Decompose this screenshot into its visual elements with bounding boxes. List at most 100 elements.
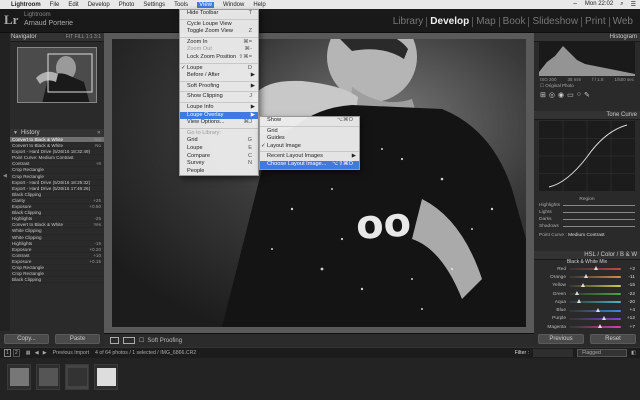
menu-item-toggle-zoom-view[interactable]: Toggle Zoom View Z — [180, 28, 258, 36]
menu-view[interactable]: View — [197, 1, 214, 8]
bw-slider-red[interactable]: Red +2 — [539, 265, 635, 273]
bw-slider-track[interactable] — [569, 324, 621, 329]
bw-slider-track[interactable] — [569, 291, 621, 296]
menu-item-hide-toolbar[interactable]: Hide Toolbar T — [180, 10, 258, 18]
bw-slider-knob[interactable] — [575, 291, 580, 296]
original-photo-label[interactable]: ☐ Original Photo — [540, 83, 574, 89]
bw-slider-knob[interactable] — [580, 282, 585, 287]
histogram-header[interactable]: Histogram — [534, 33, 640, 42]
module-print[interactable]: Print — [582, 17, 610, 27]
menu-file[interactable]: File — [50, 2, 60, 8]
wifi-icon[interactable]: ⌔ — [572, 1, 578, 9]
menu-window[interactable]: Window — [223, 2, 244, 8]
menu-item-choose-layout-image[interactable]: Choose Layout Image... ⌥⇧⌘O — [260, 160, 359, 169]
slider-highlights[interactable]: Highlights — [539, 202, 635, 209]
forward-arrow-icon[interactable]: ▶ — [43, 350, 47, 356]
bw-slider-track[interactable] — [569, 315, 621, 320]
menu-item-loupe-overlay[interactable]: Loupe Overlay ▶ — [180, 111, 258, 120]
bw-slider-value[interactable]: +4 — [621, 308, 635, 313]
module-map[interactable]: Map — [473, 17, 500, 27]
bw-slider-track[interactable] — [569, 266, 621, 271]
menu-item-before-after[interactable]: Before / After ▶ — [180, 72, 258, 80]
menu-item-people[interactable]: People — [180, 168, 258, 176]
bw-slider-blue[interactable]: Blue +4 — [539, 306, 635, 314]
bw-slider-value[interactable]: -15 — [621, 283, 635, 288]
bw-slider-value[interactable]: +12 — [621, 316, 635, 321]
navigator-header[interactable]: ▼ Navigator FIT FILL 1:1 3:1 — [0, 33, 104, 42]
expand-arrow-icon[interactable]: ◀ — [3, 173, 7, 179]
bw-slider-knob[interactable] — [601, 315, 606, 320]
zoom-modes[interactable]: FIT FILL 1:1 3:1 — [66, 34, 101, 40]
bw-slider-value[interactable]: -11 — [621, 275, 635, 280]
radial-filter-icon[interactable]: ○ — [577, 91, 581, 109]
bw-slider-knob[interactable] — [576, 299, 581, 304]
menu-list-icon[interactable]: ☰ — [631, 1, 636, 9]
photo-view[interactable]: oo — [104, 33, 534, 333]
tone-curve-graph[interactable] — [539, 121, 635, 191]
menu-item-recent-layout-images[interactable]: Recent Layout Images ▶ — [260, 153, 359, 161]
menu-item-grid[interactable]: Grid — [260, 128, 359, 136]
bw-slider-value[interactable]: +2 — [621, 267, 635, 272]
page-2-button[interactable]: 2 — [12, 349, 20, 357]
menu-tools[interactable]: Tools — [174, 2, 188, 8]
menu-item-show-clipping[interactable]: Show Clipping J — [180, 93, 258, 101]
bw-slider-value[interactable]: -20 — [621, 300, 635, 305]
module-develop[interactable]: Develop — [427, 17, 474, 27]
film-thumb-selected[interactable] — [65, 364, 89, 390]
menu-item-survey[interactable]: Survey N — [180, 160, 258, 168]
menu-edit[interactable]: Edit — [68, 2, 78, 8]
grid-view-icon[interactable]: ▦ — [26, 350, 31, 356]
bw-slider-value[interactable]: -22 — [621, 292, 635, 297]
tone-curve-header[interactable]: Tone Curve — [534, 111, 640, 120]
clear-history-icon[interactable]: ✕ — [97, 130, 101, 136]
menu-item-soft-proofing[interactable]: Soft Proofing ▶ — [180, 83, 258, 91]
menu-item-compare[interactable]: Compare C — [180, 153, 258, 161]
spot-removal-icon[interactable]: ◎ — [549, 91, 555, 109]
bw-slider-yellow[interactable]: Yellow -15 — [539, 282, 635, 290]
module-book[interactable]: Book — [500, 17, 530, 27]
copy-button[interactable]: Copy... — [4, 334, 49, 344]
search-icon[interactable]: ⌕ — [620, 1, 623, 9]
back-arrow-icon[interactable]: ◀ — [35, 350, 39, 356]
film-thumb[interactable] — [94, 364, 118, 390]
page-1-button[interactable]: 1 — [4, 349, 11, 357]
bw-slider-knob[interactable] — [594, 266, 599, 271]
bw-slider-purple[interactable]: Purple +12 — [539, 315, 635, 323]
before-after-icon[interactable] — [123, 337, 135, 344]
histogram-graph[interactable] — [539, 42, 635, 76]
bw-slider-track[interactable] — [569, 274, 621, 279]
navigator-preview[interactable] — [17, 47, 97, 103]
slider-lights[interactable]: Lights — [539, 209, 635, 216]
filter-toggle-icon[interactable]: ◧ — [631, 350, 636, 356]
paste-button[interactable]: Paste — [55, 334, 100, 344]
menu-item-loupe[interactable]: ✓ Loupe D — [180, 65, 258, 73]
main-photo[interactable]: oo — [112, 39, 526, 327]
red-eye-icon[interactable]: ◉ — [558, 91, 564, 109]
brush-icon[interactable]: ✎ — [584, 91, 590, 109]
menu-help[interactable]: Help — [253, 2, 265, 8]
menu-photo[interactable]: Photo — [119, 2, 135, 8]
slider-darks[interactable]: Darks — [539, 216, 635, 223]
bw-slider-orange[interactable]: Orange -11 — [539, 273, 635, 281]
film-thumb[interactable] — [7, 364, 31, 390]
bw-slider-aqua[interactable]: Aqua -20 — [539, 298, 635, 306]
module-library[interactable]: Library — [390, 17, 428, 27]
module-slideshow[interactable]: Slideshow — [529, 17, 583, 27]
bw-slider-knob[interactable] — [595, 307, 600, 312]
menu-item-guides[interactable]: Guides — [260, 135, 359, 143]
source-label[interactable]: Previous Import — [53, 350, 89, 356]
point-curve-row[interactable]: Point Curve : Medium Contrast — [539, 233, 635, 238]
film-thumb[interactable] — [36, 364, 60, 390]
menu-develop[interactable]: Develop — [88, 2, 110, 8]
menu-item-show[interactable]: Show ⌥⌘O — [260, 117, 359, 125]
bw-slider-track[interactable] — [569, 299, 621, 304]
menu-item-view-options[interactable]: View Options... ⌘J — [180, 119, 258, 127]
bw-slider-knob[interactable] — [597, 324, 602, 329]
checkbox-icon[interactable]: ☐ — [139, 337, 144, 344]
menu-settings[interactable]: Settings — [143, 2, 165, 8]
menu-item-loupe-info[interactable]: Loupe Info ▶ — [180, 104, 258, 112]
graduated-filter-icon[interactable]: ▭ — [567, 91, 574, 109]
bw-slider-value[interactable]: +7 — [621, 325, 635, 330]
menu-item-grid[interactable]: Grid G — [180, 137, 258, 145]
bw-slider-knob[interactable] — [583, 274, 588, 279]
